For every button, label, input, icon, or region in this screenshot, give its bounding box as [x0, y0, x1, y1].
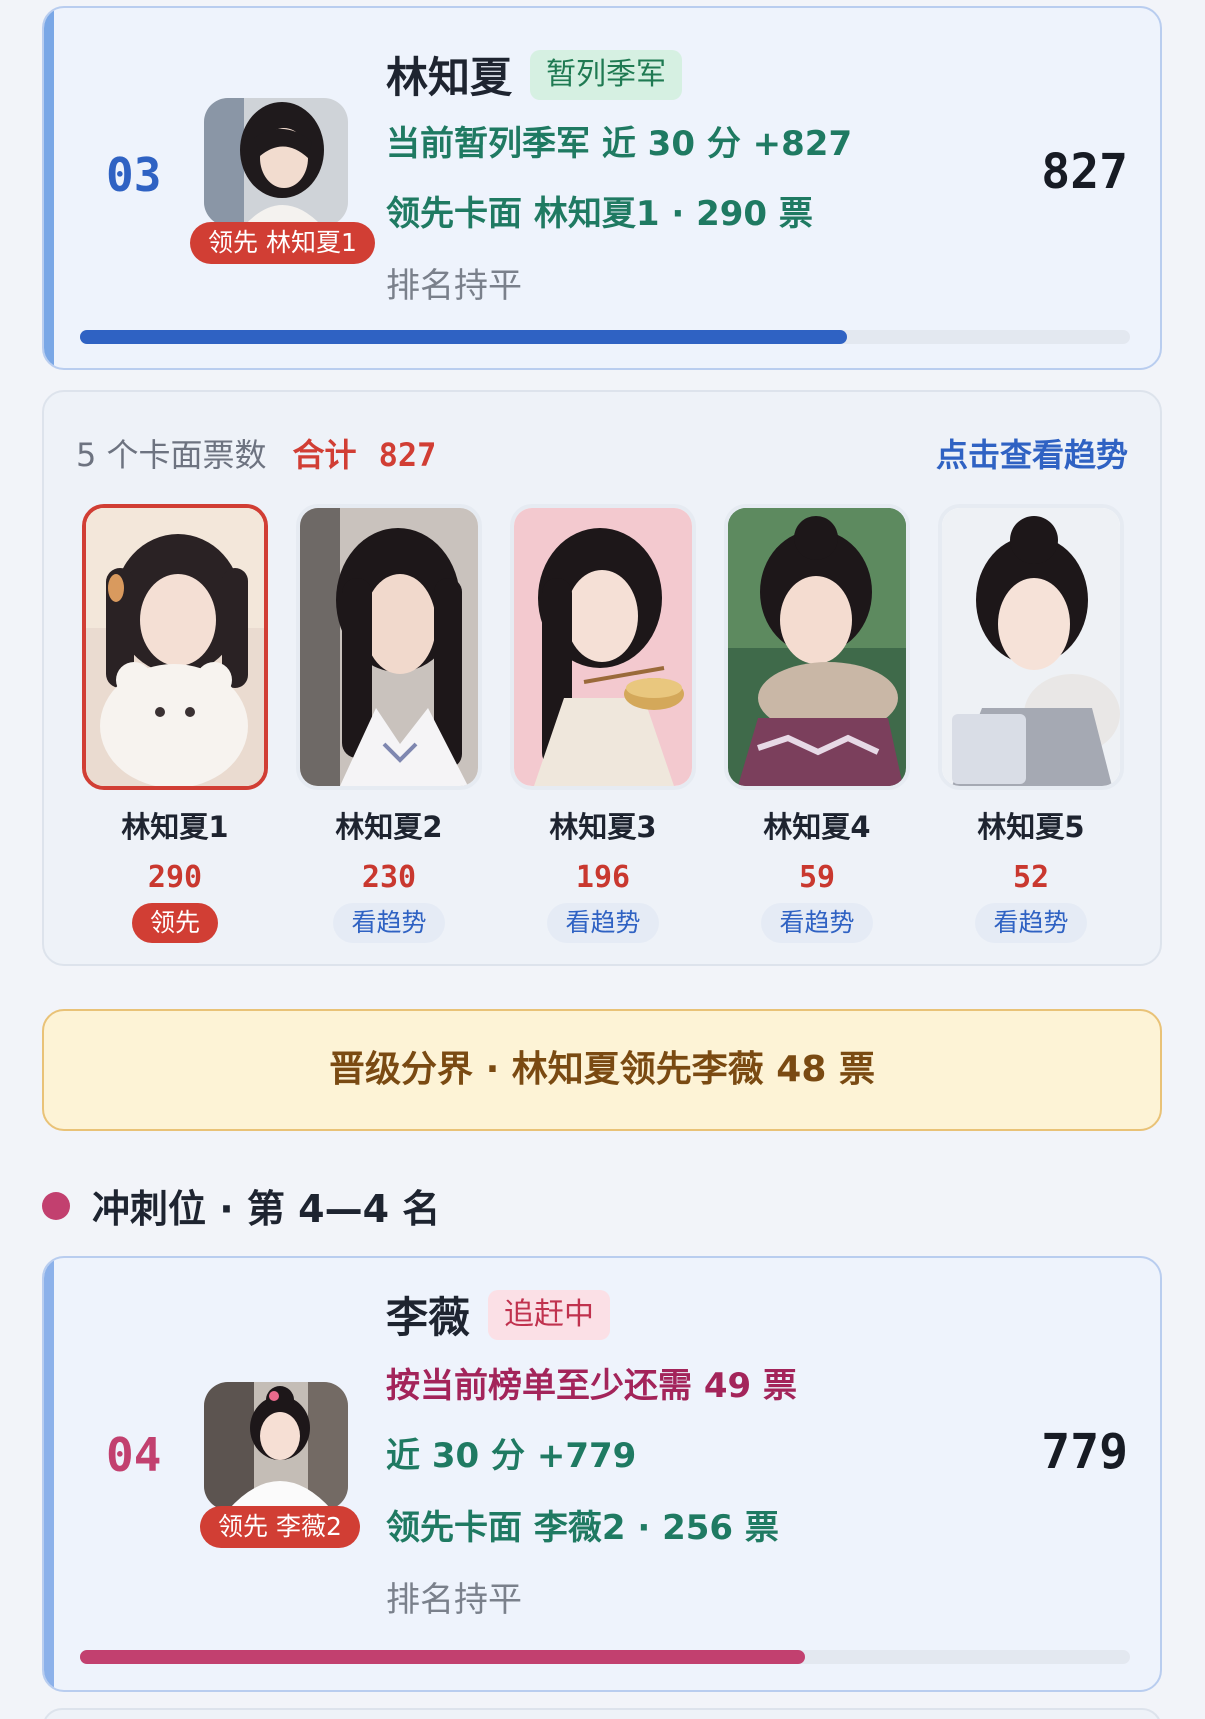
card-item[interactable]: 林知夏4 59 看趋势	[724, 504, 910, 943]
card-votes: 196	[575, 860, 631, 895]
total-votes: 779	[1041, 1424, 1128, 1480]
avatar[interactable]	[204, 1382, 348, 1510]
progress-fill	[80, 1650, 805, 1664]
card-votes: 59	[798, 860, 836, 895]
contestant-name: 李薇	[386, 1293, 471, 1342]
view-trend-button[interactable]: 看趋势	[761, 903, 873, 943]
recent-gain: 近 30 分 +779	[386, 1436, 637, 1476]
card-image[interactable]	[938, 504, 1124, 790]
sum-value: 827	[378, 436, 437, 474]
card-item[interactable]: 林知夏5 52 看趋势	[938, 504, 1124, 943]
view-trend-button[interactable]: 看趋势	[975, 903, 1087, 943]
panel-header: 5 个卡面票数 合计 827	[76, 430, 436, 476]
leading-card: 领先卡面 李薇2 · 256 票	[386, 1508, 779, 1548]
advancement-boundary-notice: 晋级分界 · 林知夏领先李薇 48 票	[42, 1009, 1162, 1131]
leader-card-tag: 领先 林知夏1	[190, 222, 375, 264]
card-image[interactable]	[82, 504, 268, 790]
card-count-label: 5 个卡面票数	[76, 436, 267, 474]
section-title: 冲刺位 · 第 4—4 名	[92, 1187, 441, 1231]
leader-card-tag: 领先 李薇2	[200, 1506, 360, 1548]
card-votes-panel: 5 个卡面票数 合计 827 点击查看趋势 林知夏1 290 领先 林知夏2 2…	[42, 390, 1162, 966]
card-name: 林知夏3	[549, 810, 657, 844]
card-item[interactable]: 林知夏3 196 看趋势	[510, 504, 696, 943]
rank-card-3[interactable]: 03 领先 林知夏1 林知夏 暂列季军 当前暂列季军 近 30 分 +827 领…	[42, 6, 1162, 370]
leader-badge: 领先	[132, 903, 218, 943]
status-badge: 追赶中	[488, 1289, 611, 1340]
rank-change: 排名持平	[386, 266, 522, 306]
votes-needed: 按当前榜单至少还需 49 票	[386, 1366, 797, 1406]
card-name: 林知夏2	[335, 810, 443, 844]
card-name: 林知夏1	[121, 810, 229, 844]
contestant-name: 林知夏	[386, 53, 513, 102]
card-votes: 290	[147, 860, 203, 895]
rank-card-4[interactable]: 04 领先 李薇2 李薇 追赶中 按当前榜单至少还需 49 票 近 30 分 +…	[42, 1256, 1162, 1692]
card-image[interactable]	[296, 504, 482, 790]
view-trend-button[interactable]: 看趋势	[547, 903, 659, 943]
next-card-edge	[42, 1708, 1162, 1719]
card-item[interactable]: 林知夏1 290 领先	[82, 504, 268, 943]
card-item[interactable]: 林知夏2 230 看趋势	[296, 504, 482, 943]
card-image[interactable]	[510, 504, 696, 790]
rank-number: 03	[106, 148, 162, 202]
name-row: 李薇 追赶中	[386, 1284, 611, 1345]
status-badge: 暂列季军	[530, 49, 683, 100]
total-votes: 827	[1041, 144, 1128, 200]
progress-bar	[80, 330, 1130, 344]
progress-fill	[80, 330, 847, 344]
name-row: 林知夏 暂列季军	[386, 44, 683, 105]
view-trend-button[interactable]: 看趋势	[333, 903, 445, 943]
progress-bar	[80, 1650, 1130, 1664]
leading-card: 领先卡面 林知夏1 · 290 票	[386, 194, 813, 234]
card-votes: 230	[361, 860, 417, 895]
recent-gain: 当前暂列季军 近 30 分 +827	[386, 124, 853, 164]
card-name: 林知夏5	[977, 810, 1085, 844]
card-image[interactable]	[724, 504, 910, 790]
view-trend-link[interactable]: 点击查看趋势	[936, 430, 1128, 476]
sum-label: 合计	[292, 436, 357, 474]
rank-number: 04	[106, 1428, 162, 1482]
section-dot-icon	[42, 1191, 70, 1220]
avatar[interactable]	[204, 98, 348, 226]
card-votes: 52	[1012, 860, 1050, 895]
card-name: 林知夏4	[763, 810, 871, 844]
section-header: 冲刺位 · 第 4—4 名	[42, 1178, 440, 1233]
rank-change: 排名持平	[386, 1580, 522, 1620]
ranking-page: 03 领先 林知夏1 林知夏 暂列季军 当前暂列季军 近 30 分 +827 领…	[0, 0, 1205, 1719]
